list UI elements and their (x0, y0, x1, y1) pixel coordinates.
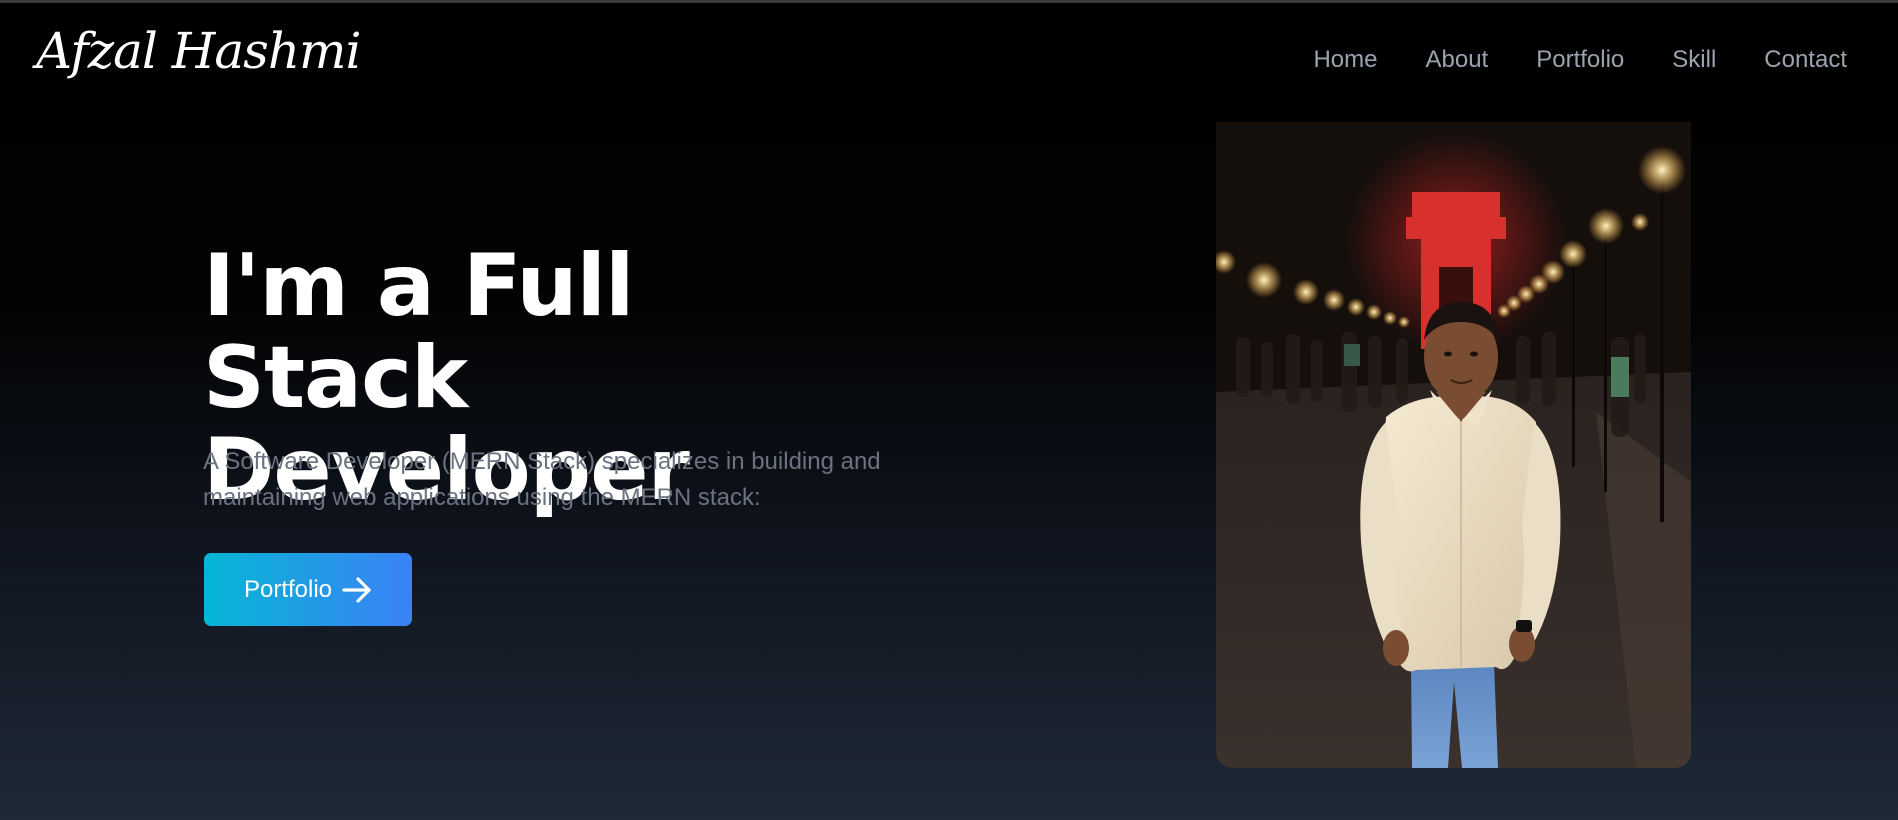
nav-item-about[interactable]: About (1426, 46, 1489, 74)
profile-photo (1216, 122, 1691, 768)
nav-item-home[interactable]: Home (1313, 46, 1377, 74)
window-top-border (0, 0, 1898, 3)
nav-item-skill[interactable]: Skill (1672, 46, 1716, 74)
hero-description: A Software Developer (MERN Stack) specia… (203, 448, 881, 511)
portfolio-button[interactable]: Portfolio (204, 553, 412, 626)
portfolio-button-label: Portfolio (243, 575, 333, 603)
nav-item-portfolio[interactable]: Portfolio (1536, 46, 1624, 74)
profile-photo-illustration (1216, 122, 1691, 768)
nav-item-contact[interactable]: Contact (1764, 46, 1847, 74)
site-logo[interactable]: Afzal Hashmi (36, 22, 361, 80)
main-nav: Home About Portfolio Skill Contact (1313, 46, 1847, 74)
arrow-right-icon (342, 576, 371, 603)
